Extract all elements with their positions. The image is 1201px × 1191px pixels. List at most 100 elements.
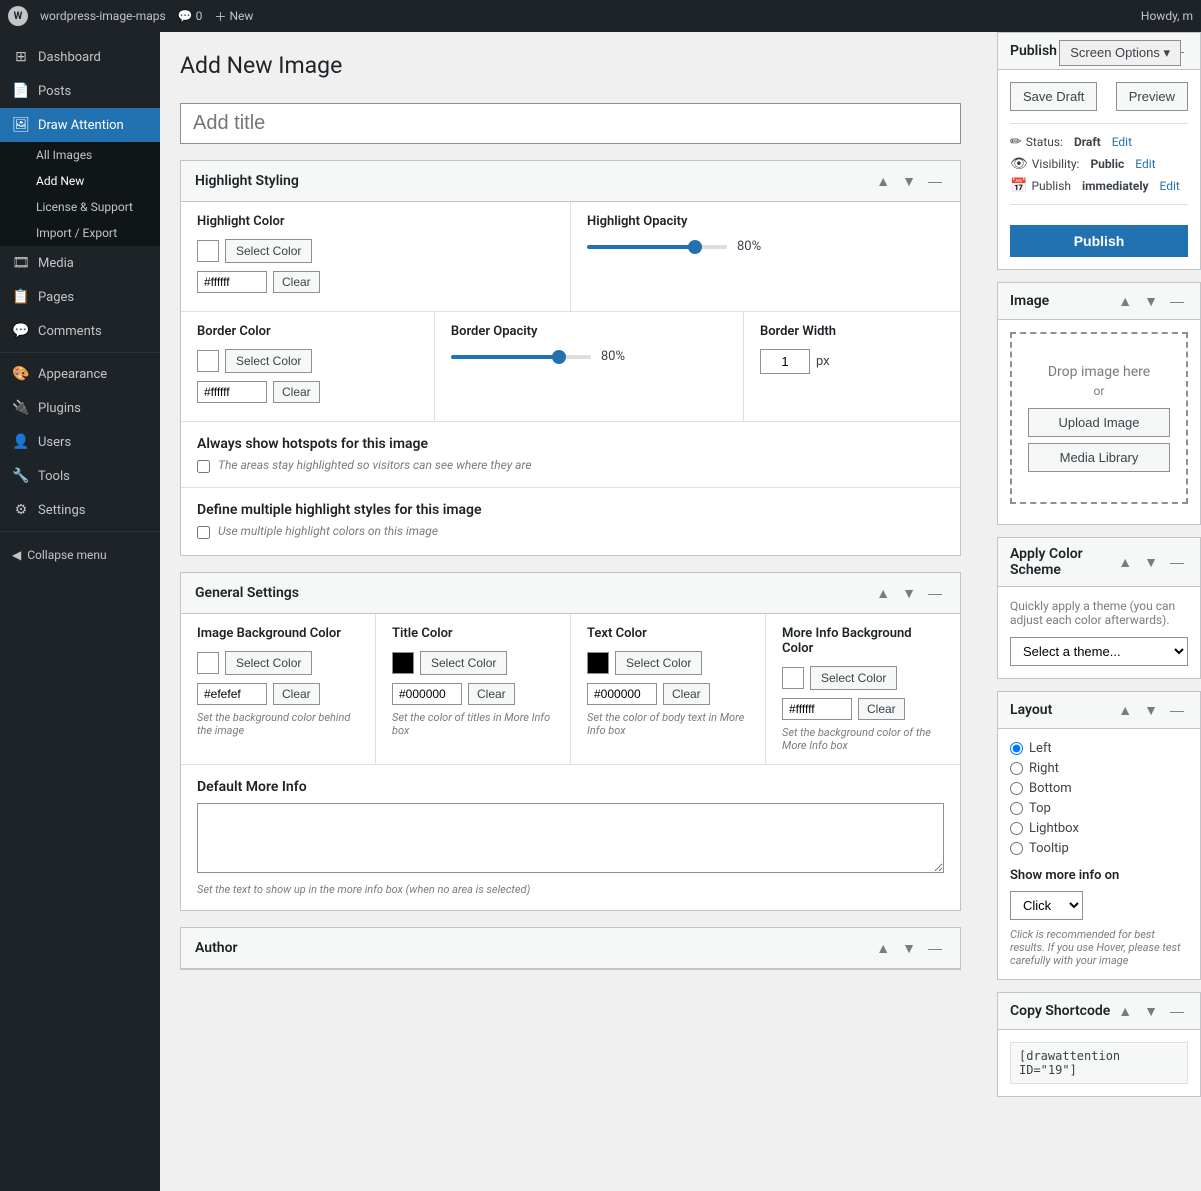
highlight-opacity-slider[interactable] xyxy=(587,245,727,249)
sidebar-item-comments[interactable]: 💬 Comments xyxy=(0,314,160,348)
sidebar-subitem-import-export[interactable]: Import / Export xyxy=(0,220,160,246)
color-scheme-panel-down[interactable]: ▼ xyxy=(1140,552,1162,572)
more-info-bg-select-color-button[interactable]: Select Color xyxy=(810,666,897,690)
image-bg-clear-button[interactable]: Clear xyxy=(273,683,320,705)
layout-lightbox-radio[interactable] xyxy=(1010,822,1023,835)
panel-collapse-down[interactable]: ▼ xyxy=(898,171,920,191)
title-input[interactable] xyxy=(180,103,961,144)
image-bg-swatch[interactable] xyxy=(197,652,219,674)
layout-bottom-radio[interactable] xyxy=(1010,782,1023,795)
highlight-clear-button[interactable]: Clear xyxy=(273,271,320,293)
panel-collapse-up[interactable]: ▲ xyxy=(872,171,894,191)
layout-lightbox-row: Lightbox xyxy=(1010,821,1188,836)
always-show-checkbox[interactable] xyxy=(197,460,210,473)
border-color-swatch[interactable] xyxy=(197,350,219,372)
show-more-info-row: Click Hover xyxy=(1010,891,1188,920)
border-clear-button[interactable]: Clear xyxy=(273,381,320,403)
sidebar-item-pages[interactable]: 📋 Pages xyxy=(0,280,160,314)
text-select-color-button[interactable]: Select Color xyxy=(615,651,702,675)
border-opacity-slider[interactable] xyxy=(451,355,591,359)
default-more-info-textarea[interactable] xyxy=(197,803,944,873)
title-color-swatch[interactable] xyxy=(392,652,414,674)
site-name[interactable]: wordpress-image-maps xyxy=(40,9,166,23)
save-draft-button[interactable]: Save Draft xyxy=(1010,82,1097,111)
collapse-menu[interactable]: ◀ Collapse menu xyxy=(0,540,160,570)
topbar: W wordpress-image-maps 💬 0 ＋ New Howdy, … xyxy=(0,0,1201,32)
general-panel-collapse-down[interactable]: ▼ xyxy=(898,583,920,603)
shortcode-panel-up[interactable]: ▲ xyxy=(1114,1001,1136,1021)
publish-edit-link[interactable]: Edit xyxy=(1160,179,1180,193)
sidebar-item-plugins[interactable]: 🔌 Plugins xyxy=(0,391,160,425)
border-width-section: Border Width px xyxy=(744,312,960,421)
image-bg-select-color-button[interactable]: Select Color xyxy=(225,651,312,675)
layout-top-radio[interactable] xyxy=(1010,802,1023,815)
layout-tooltip-radio[interactable] xyxy=(1010,842,1023,855)
multiple-styles-checkbox[interactable] xyxy=(197,526,210,539)
sidebar-item-users[interactable]: 👤 Users xyxy=(0,425,160,459)
sidebar-item-settings[interactable]: ⚙ Settings xyxy=(0,493,160,527)
layout-panel-down[interactable]: ▼ xyxy=(1140,700,1162,720)
text-clear-button[interactable]: Clear xyxy=(663,683,710,705)
highlight-select-color-button[interactable]: Select Color xyxy=(225,239,312,263)
sidebar-item-dashboard[interactable]: ⊞ Dashboard xyxy=(0,40,160,74)
publish-button[interactable]: Publish xyxy=(1010,225,1188,257)
shortcode-panel-down[interactable]: ▼ xyxy=(1140,1001,1162,1021)
title-color-input[interactable] xyxy=(392,683,462,705)
text-color-input[interactable] xyxy=(587,683,657,705)
sidebar-item-media[interactable]: 🎞 Media xyxy=(0,246,160,280)
media-library-button[interactable]: Media Library xyxy=(1028,443,1170,472)
layout-panel-close[interactable]: — xyxy=(1166,700,1188,720)
title-clear-button[interactable]: Clear xyxy=(468,683,515,705)
general-panel-close[interactable]: — xyxy=(924,583,946,603)
default-more-info-section: Default More Info Set the text to show u… xyxy=(181,764,960,910)
sidebar-item-appearance[interactable]: 🎨 Appearance xyxy=(0,357,160,391)
title-select-color-button[interactable]: Select Color xyxy=(420,651,507,675)
layout-panel-up[interactable]: ▲ xyxy=(1114,700,1136,720)
border-select-color-button[interactable]: Select Color xyxy=(225,349,312,373)
more-info-bg-clear-button[interactable]: Clear xyxy=(858,698,905,720)
title-color-title: Title Color xyxy=(392,626,554,641)
shortcode-panel-close[interactable]: — xyxy=(1166,1001,1188,1021)
highlight-color-input[interactable] xyxy=(197,271,267,293)
image-panel: Image ▲ ▼ — Drop image here or Upload Im… xyxy=(997,282,1201,525)
layout-left-radio[interactable] xyxy=(1010,742,1023,755)
sidebar-subitem-license[interactable]: License & Support xyxy=(0,194,160,220)
more-info-bg-swatch[interactable] xyxy=(782,667,804,689)
more-info-bg-input[interactable] xyxy=(782,698,852,720)
comments-link[interactable]: 💬 0 xyxy=(178,9,203,23)
image-drop-area[interactable]: Drop image here or Upload Image Media Li… xyxy=(1010,332,1188,504)
highlight-color-swatch[interactable] xyxy=(197,240,219,262)
sidebar-item-posts[interactable]: 📄 Posts xyxy=(0,74,160,108)
general-panel-collapse-up[interactable]: ▲ xyxy=(872,583,894,603)
new-menu[interactable]: ＋ New xyxy=(214,8,253,25)
highlight-opacity-slider-row: 80% xyxy=(587,239,944,254)
sidebar-subitem-add-new[interactable]: Add New xyxy=(0,168,160,194)
sidebar-subitem-all-images[interactable]: All Images xyxy=(0,142,160,168)
status-edit-link[interactable]: Edit xyxy=(1112,135,1132,149)
color-scheme-panel-up[interactable]: ▲ xyxy=(1114,552,1136,572)
panel-close[interactable]: — xyxy=(924,171,946,191)
status-value: Draft xyxy=(1074,135,1101,149)
show-more-info-select[interactable]: Click Hover xyxy=(1010,891,1083,920)
author-panel-up[interactable]: ▲ xyxy=(872,938,894,958)
shortcode-value[interactable]: [drawattention ID="19"] xyxy=(1010,1042,1188,1084)
scheme-select[interactable]: Select a theme... Default Dark Light xyxy=(1010,637,1188,666)
image-bg-color-input[interactable] xyxy=(197,683,267,705)
general-settings-title: General Settings xyxy=(195,585,299,601)
border-color-input[interactable] xyxy=(197,381,267,403)
visibility-value: Public xyxy=(1090,157,1124,171)
author-panel-close[interactable]: — xyxy=(924,938,946,958)
image-panel-up[interactable]: ▲ xyxy=(1114,291,1136,311)
author-panel-down[interactable]: ▼ xyxy=(898,938,920,958)
sidebar-item-tools[interactable]: 🔧 Tools xyxy=(0,459,160,493)
text-color-swatch[interactable] xyxy=(587,652,609,674)
image-panel-close[interactable]: — xyxy=(1166,291,1188,311)
upload-image-button[interactable]: Upload Image xyxy=(1028,408,1170,437)
preview-button[interactable]: Preview xyxy=(1116,82,1188,111)
border-width-input[interactable] xyxy=(760,349,810,374)
layout-right-radio[interactable] xyxy=(1010,762,1023,775)
sidebar-item-draw-attention[interactable]: 🖼 Draw Attention xyxy=(0,108,160,142)
color-scheme-panel-close[interactable]: — xyxy=(1166,552,1188,572)
visibility-edit-link[interactable]: Edit xyxy=(1135,157,1155,171)
image-panel-down[interactable]: ▼ xyxy=(1140,291,1162,311)
